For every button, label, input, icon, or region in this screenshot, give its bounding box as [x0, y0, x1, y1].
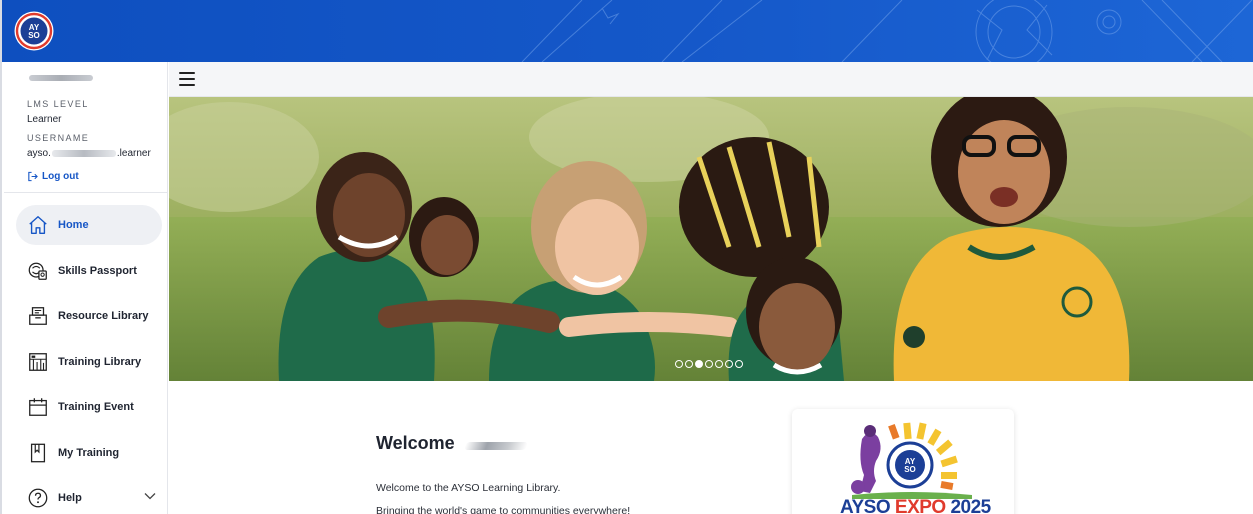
sidebar-item-label: Skills Passport	[58, 264, 137, 277]
sidebar-item-label: Training Event	[58, 401, 134, 413]
sidebar-item-label: Resource Library	[58, 310, 149, 322]
sidebar-nav: Home Skills Passport Resource Library Tr…	[4, 193, 167, 514]
carousel-dot-3[interactable]	[695, 360, 703, 368]
svg-text:SO: SO	[904, 465, 916, 474]
logout-link[interactable]: Log out	[27, 171, 167, 182]
carousel-pagination	[675, 360, 743, 368]
intro-text: Welcome to the AYSO Learning Library.	[376, 482, 561, 494]
profile-panel: LMS LEVEL Learner USERNAME ayso. .learne…	[4, 62, 167, 193]
sidebar-item-label: Home	[58, 219, 89, 231]
chevron-down-icon[interactable]	[144, 492, 156, 500]
app-window: AY SO LMS LEVEL Learner USERNAME ayso. .…	[0, 0, 1253, 514]
username-value: ayso. .learner	[27, 148, 167, 159]
carousel-dot-6[interactable]	[725, 360, 733, 368]
carousel-dot-7[interactable]	[735, 360, 743, 368]
skills-passport-icon	[26, 259, 50, 283]
sidebar-item-help[interactable]: Help	[16, 478, 162, 514]
intro-text-2: Bringing the world's game to communities…	[376, 505, 631, 514]
help-icon	[26, 486, 50, 510]
svg-text:SO: SO	[28, 31, 40, 40]
expo-word-year: 2025	[950, 497, 991, 514]
calendar-icon	[26, 395, 50, 419]
username-prefix: ayso.	[27, 148, 51, 159]
my-training-icon	[26, 441, 50, 465]
sidebar-item-label: Training Library	[58, 355, 142, 368]
carousel-dot-4[interactable]	[705, 360, 713, 368]
top-toolbar	[169, 62, 1253, 97]
username-suffix: .learner	[116, 148, 151, 159]
sidebar: LMS LEVEL Learner USERNAME ayso. .learne…	[4, 62, 168, 514]
ayso-logo[interactable]: AY SO	[14, 11, 54, 51]
resource-library-icon	[26, 304, 50, 328]
sidebar-item-training-library[interactable]: Training Library	[16, 342, 162, 382]
redacted-username	[51, 150, 116, 157]
logout-icon	[28, 171, 38, 182]
main-content: Welcome Welcome to the AYSO Learning Lib…	[169, 381, 1253, 514]
carousel-dot-5[interactable]	[715, 360, 723, 368]
logout-label: Log out	[42, 171, 79, 182]
welcome-title: Welcome	[376, 433, 455, 453]
username-label: USERNAME	[27, 133, 90, 143]
lms-level-label: LMS LEVEL	[27, 99, 89, 109]
expo-promo-card[interactable]: AY SO AYSO EXPO 2025	[792, 409, 1014, 514]
training-library-icon	[26, 350, 50, 374]
sidebar-item-home[interactable]: Home	[16, 205, 162, 245]
home-icon	[26, 213, 50, 237]
hero-carousel[interactable]	[169, 97, 1253, 381]
welcome-heading: Welcome	[376, 433, 529, 454]
sidebar-item-skills-passport[interactable]: Skills Passport	[16, 251, 162, 291]
sidebar-item-training-event[interactable]: Training Event	[16, 387, 162, 427]
redacted-user-name	[29, 75, 93, 81]
lms-level-value: Learner	[27, 114, 62, 125]
sidebar-item-my-training[interactable]: My Training	[16, 433, 162, 473]
sidebar-item-label: My Training	[58, 446, 120, 459]
expo-word-ayso: AYSO	[840, 497, 891, 514]
redacted-user-name	[463, 441, 529, 450]
top-banner: AY SO	[2, 0, 1253, 62]
carousel-dot-2[interactable]	[685, 360, 693, 368]
banner-decoration	[521, 0, 1253, 62]
expo-word-expo: EXPO	[894, 497, 946, 514]
sidebar-item-resource-library[interactable]: Resource Library	[16, 296, 162, 336]
hamburger-menu-icon[interactable]	[179, 72, 195, 86]
sidebar-item-label: Help	[58, 492, 82, 504]
expo-title: AYSO EXPO 2025	[840, 497, 991, 514]
hero-photo-soccer-girls	[169, 97, 1253, 381]
carousel-dot-1[interactable]	[675, 360, 683, 368]
